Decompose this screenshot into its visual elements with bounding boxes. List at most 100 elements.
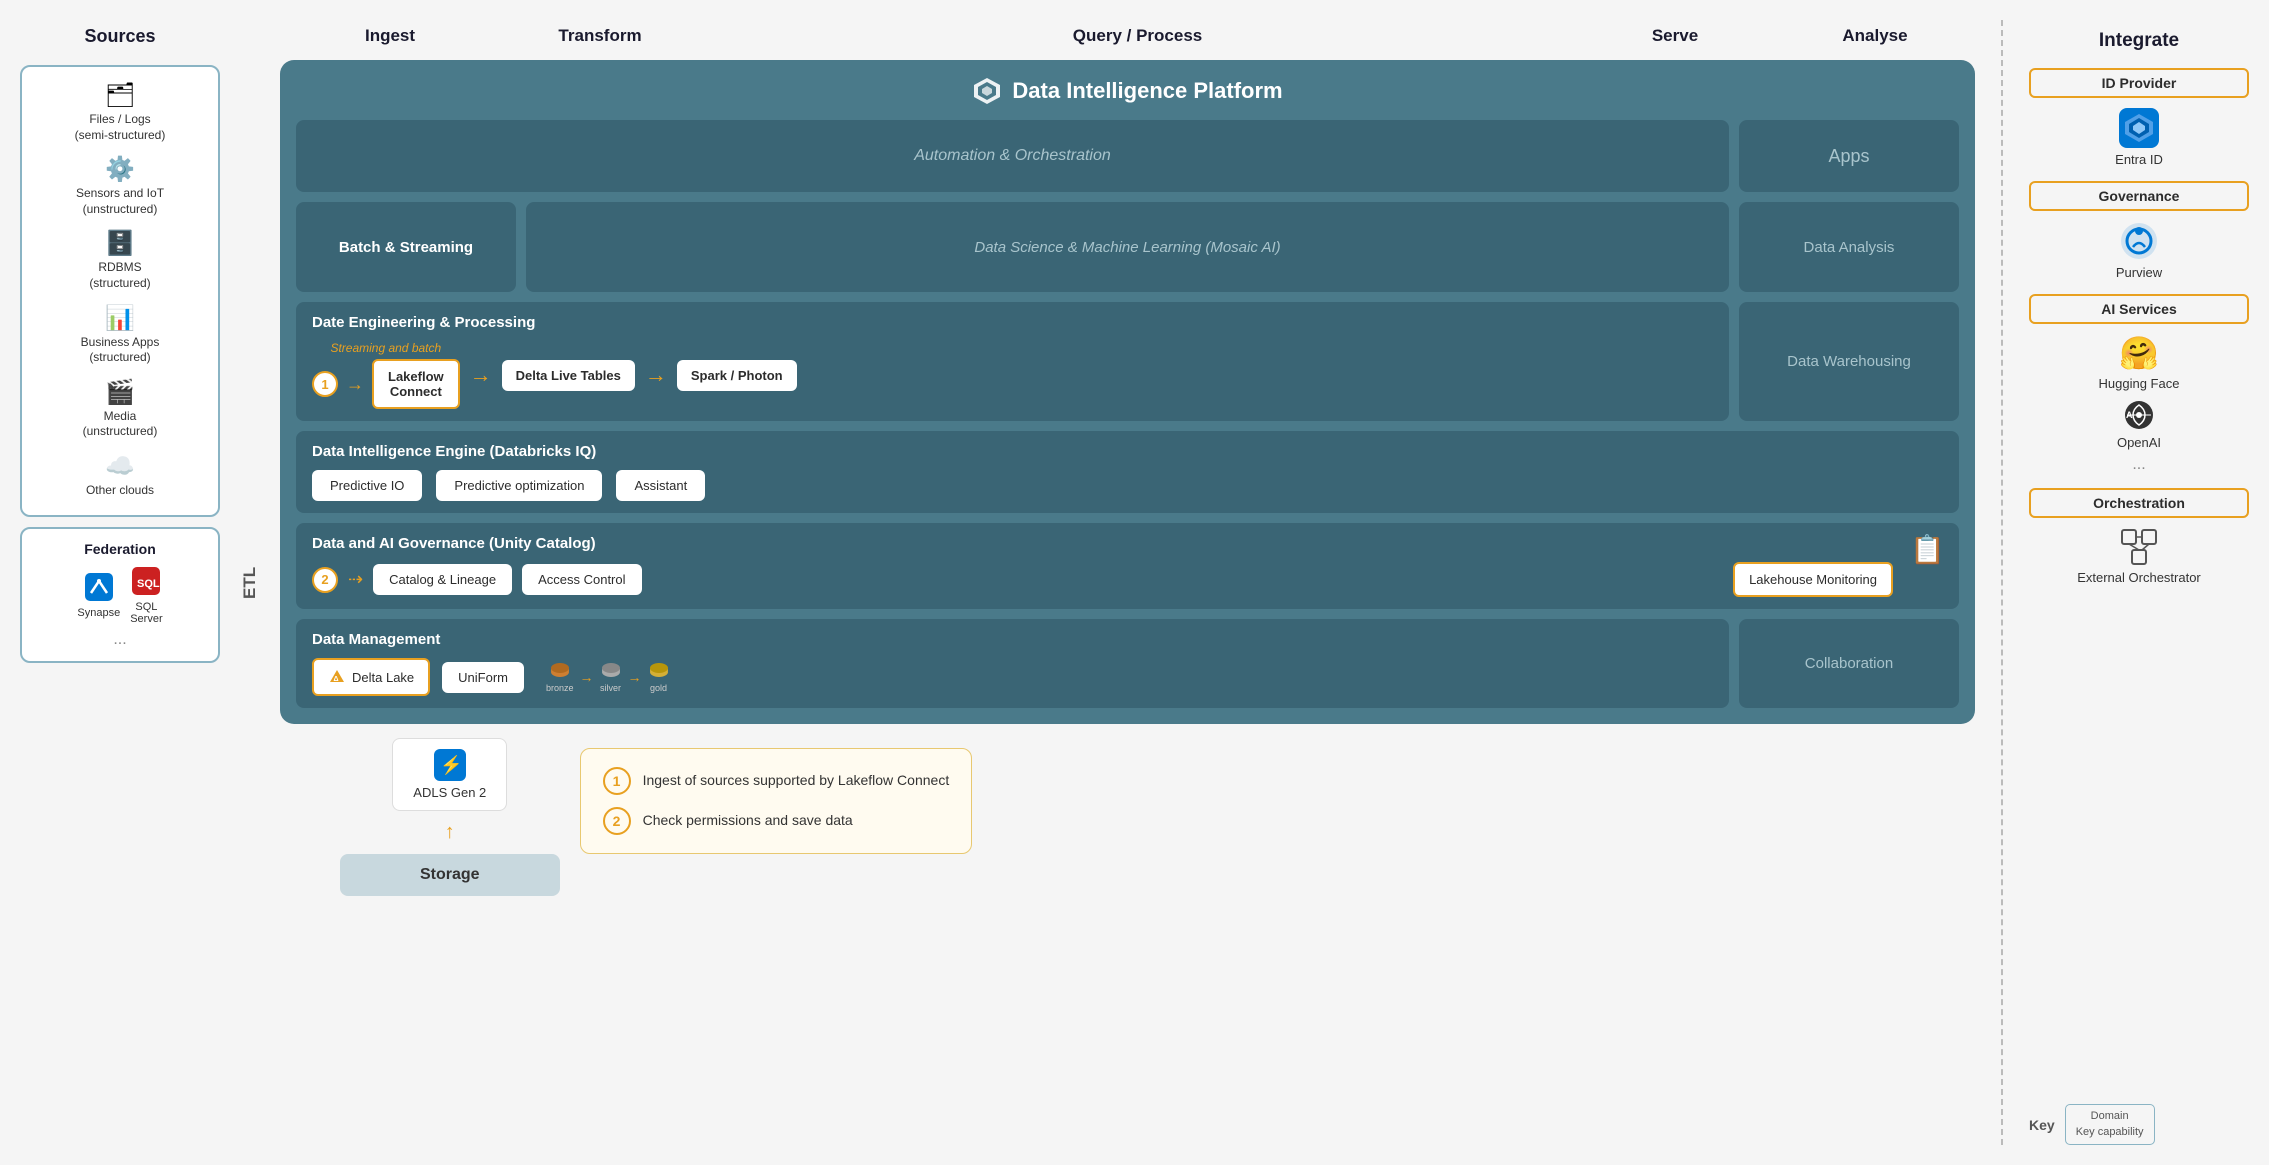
federation-header: Federation xyxy=(32,541,208,557)
svg-text:⚡: ⚡ xyxy=(440,754,462,776)
key-section: Key Domain Key capability xyxy=(2029,1094,2249,1145)
num-badge-2: 2 xyxy=(312,567,338,593)
ai-services-title: AI Services xyxy=(2029,294,2249,324)
datascience-label: Data Science & Machine Learning (Mosaic … xyxy=(974,239,1280,256)
num-badge-1: 1 xyxy=(312,371,338,397)
sql-server-label: SQLServer xyxy=(130,601,162,625)
orchestration-title: Orchestration xyxy=(2029,488,2249,518)
intelligence-box: Data Intelligence Engine (Databricks IQ)… xyxy=(296,431,1959,513)
orchestration-section: Orchestration External Orchestrator xyxy=(2029,488,2249,585)
platform-container: Data Intelligence Platform Automation & … xyxy=(280,60,1975,724)
ai-services-section: AI Services 🤗 Hugging Face A OpenAI ... xyxy=(2029,294,2249,474)
domain-label: Domain xyxy=(2076,1109,2144,1124)
silver-label: silver xyxy=(600,683,621,693)
dataanalysis-box: Data Analysis xyxy=(1739,202,1959,292)
legend-text1: Ingest of sources supported by Lakeflow … xyxy=(643,767,950,791)
legend-text2: Check permissions and save data xyxy=(643,807,853,831)
batch-streaming-label: Batch & Streaming xyxy=(339,239,473,256)
source-item-clouds: ☁️ Other clouds xyxy=(32,452,208,497)
engineering-box: Date Engineering & Processing Streaming … xyxy=(296,302,1729,421)
sources-box: 🗂 Files / Logs(semi-structured) ⚙️ Senso… xyxy=(20,65,220,517)
access-control-pill: Access Control xyxy=(522,564,641,595)
silver-medal-icon: silver xyxy=(600,661,622,693)
arrow-2: → xyxy=(470,362,492,388)
collaboration-box: Collaboration xyxy=(1739,619,1959,708)
arrow-gov: ⇢ xyxy=(348,569,363,590)
delta-lake-icon: Δ xyxy=(328,668,346,686)
synapse-item: Synapse xyxy=(77,573,120,619)
etl-label: ETL xyxy=(236,20,264,1145)
purview-icon xyxy=(2119,221,2159,261)
spark-photon-pill: Spark / Photon xyxy=(677,360,797,391)
assistant-pill: Assistant xyxy=(616,470,705,501)
media-label: Media(unstructured) xyxy=(83,409,158,440)
media-icon: 🎬 xyxy=(105,378,135,407)
platform-title-text: Data Intelligence Platform xyxy=(1012,78,1282,104)
dataanalysis-label: Data Analysis xyxy=(1804,239,1895,256)
delta-lake-pill: Δ Delta Lake xyxy=(312,658,430,696)
external-orchestrator-label: External Orchestrator xyxy=(2077,570,2201,585)
integrate-header: Integrate xyxy=(2029,20,2249,52)
col-header-analyse: Analyse xyxy=(1775,20,1975,52)
openai-item: A OpenAI xyxy=(2029,399,2249,450)
management-title: Data Management xyxy=(312,631,1713,648)
catalog-icon: 📋 xyxy=(1910,533,1945,566)
external-orchestrator-item: External Orchestrator xyxy=(2029,528,2249,585)
delta-live-pill: Delta Live Tables xyxy=(502,360,635,391)
source-item-files: 🗂 Files / Logs(semi-structured) xyxy=(32,81,208,143)
platform-logo-icon xyxy=(972,76,1002,106)
synapse-icon xyxy=(85,573,113,607)
storage-bar: Storage xyxy=(340,854,560,896)
governance-integrate-title: Governance xyxy=(2029,181,2249,211)
ai-dots: ... xyxy=(2029,456,2249,474)
col-header-transform: Transform xyxy=(500,20,700,52)
synapse-label: Synapse xyxy=(77,607,120,619)
dashed-divider xyxy=(2001,20,2003,1145)
apps-label: Apps xyxy=(1828,146,1869,167)
svg-text:A: A xyxy=(2126,410,2133,420)
sql-server-item: SQL SQLServer xyxy=(130,567,162,625)
federation-box: Federation Synapse xyxy=(20,527,220,663)
gold-label: gold xyxy=(650,683,667,693)
id-provider-title: ID Provider xyxy=(2029,68,2249,98)
governance-box: Data and AI Governance (Unity Catalog) 📋… xyxy=(296,523,1959,609)
engineering-title: Date Engineering & Processing xyxy=(312,314,1713,331)
governance-section: Governance Purview xyxy=(2029,181,2249,280)
bizapps-icon: 📊 xyxy=(105,304,135,333)
datawarehouse-box: Data Warehousing xyxy=(1739,302,1959,421)
bronze-medal-icon: bronze xyxy=(546,661,574,693)
sensors-icon: ⚙️ xyxy=(105,155,135,184)
source-item-sensors: ⚙️ Sensors and IoT(unstructured) xyxy=(32,155,208,217)
source-item-media: 🎬 Media(unstructured) xyxy=(32,378,208,440)
entra-id-item: Entra ID xyxy=(2029,108,2249,167)
predictive-io-pill: Predictive IO xyxy=(312,470,422,501)
platform-title: Data Intelligence Platform xyxy=(296,76,1959,106)
governance-title: Data and AI Governance (Unity Catalog) xyxy=(312,535,1943,552)
bizapps-label: Business Apps(structured) xyxy=(81,335,160,366)
legend-num1-badge: 1 xyxy=(603,767,631,795)
management-box: Data Management Δ Delta Lake UniForm xyxy=(296,619,1729,708)
adls-label: ADLS Gen 2 xyxy=(413,785,486,800)
lakeflow-pill: LakeflowConnect xyxy=(372,359,460,409)
purview-label: Purview xyxy=(2116,265,2162,280)
capability-label: Key capability xyxy=(2076,1125,2144,1140)
hugging-face-label: Hugging Face xyxy=(2099,376,2180,391)
automation-box: Automation & Orchestration xyxy=(296,120,1729,192)
purview-item: Purview xyxy=(2029,221,2249,280)
key-sample-box: Domain Key capability xyxy=(2065,1104,2155,1145)
lakehouse-monitoring-pill: Lakehouse Monitoring xyxy=(1733,562,1893,597)
legend-box: 1 Ingest of sources supported by Lakeflo… xyxy=(580,748,973,854)
files-label: Files / Logs(semi-structured) xyxy=(75,112,166,143)
uniform-pill: UniForm xyxy=(442,662,524,693)
intelligence-title: Data Intelligence Engine (Databricks IQ) xyxy=(312,443,1943,460)
openai-label: OpenAI xyxy=(2117,435,2161,450)
external-orchestrator-icon xyxy=(2120,528,2158,566)
svg-text:Δ: Δ xyxy=(334,676,339,683)
entra-id-icon xyxy=(2119,108,2159,148)
key-label: Key xyxy=(2029,1117,2055,1133)
rdbms-label: RDBMS(structured) xyxy=(89,260,150,291)
source-item-bizapps: 📊 Business Apps(structured) xyxy=(32,304,208,366)
predictive-opt-pill: Predictive optimization xyxy=(436,470,602,501)
datascience-box: Data Science & Machine Learning (Mosaic … xyxy=(526,202,1729,292)
batch-streaming-box: Batch & Streaming xyxy=(296,202,516,292)
